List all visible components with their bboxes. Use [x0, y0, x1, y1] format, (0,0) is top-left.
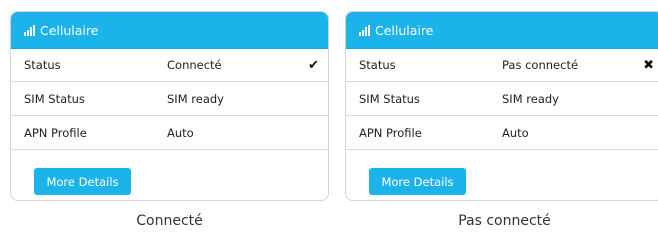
signal-bars-icon: [359, 24, 370, 36]
sim-status-label: SIM Status: [24, 91, 85, 106]
status-value: Connecté: [167, 58, 222, 72]
card-header: Cellulaire: [11, 12, 328, 49]
caption-connected: Connecté: [136, 213, 203, 229]
signal-bars-icon: [24, 24, 35, 36]
card-title: Cellulaire: [40, 22, 99, 38]
status-label: Status: [24, 58, 61, 72]
apn-profile-value: Auto: [502, 125, 529, 140]
checkmark-icon: ✔: [308, 57, 319, 73]
apn-profile-value: Auto: [167, 125, 194, 140]
sim-status-label: SIM Status: [359, 91, 420, 106]
sim-status-value: SIM ready: [167, 91, 224, 106]
status-row: Status Pas connecté ✖: [346, 49, 658, 82]
status-value: Pas connecté: [502, 58, 579, 72]
card-header: Cellulaire: [346, 12, 658, 49]
sim-status-row: SIM Status SIM ready: [346, 82, 658, 116]
cellular-card-disconnected: Cellulaire Status Pas connecté ✖ SIM Sta…: [345, 11, 658, 201]
more-details-button[interactable]: More Details: [34, 168, 131, 195]
apn-profile-row: APN Profile Auto: [346, 116, 658, 150]
apn-profile-label: APN Profile: [24, 125, 87, 140]
cross-icon: ✖: [643, 57, 654, 73]
apn-profile-label: APN Profile: [359, 125, 422, 140]
caption-disconnected: Pas connecté: [458, 213, 551, 229]
more-details-button[interactable]: More Details: [369, 168, 466, 195]
status-label: Status: [359, 58, 396, 72]
apn-profile-row: APN Profile Auto: [11, 116, 328, 150]
status-row: Status Connecté ✔: [11, 49, 328, 82]
sim-status-row: SIM Status SIM ready: [11, 82, 328, 116]
cellular-card-connected: Cellulaire Status Connecté ✔ SIM Status …: [10, 11, 329, 201]
sim-status-value: SIM ready: [502, 91, 559, 106]
card-title: Cellulaire: [375, 22, 434, 38]
